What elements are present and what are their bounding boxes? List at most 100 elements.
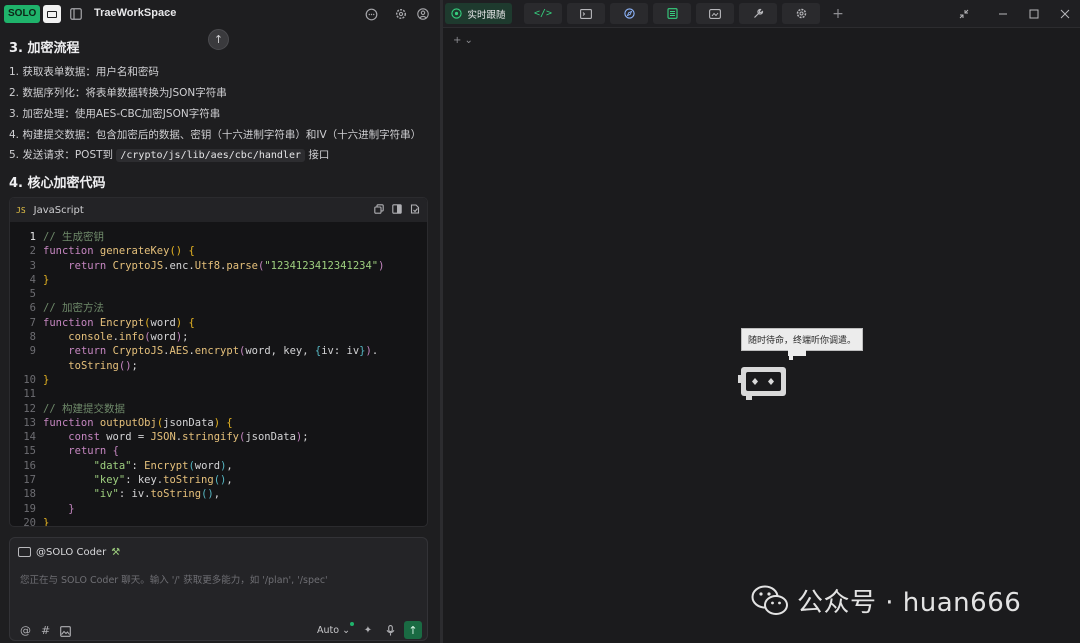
chevron-down-icon[interactable]: ⌄ [162, 6, 170, 17]
code-line: 15 return { [10, 444, 427, 458]
agent-mention-tag[interactable]: @SOLO Coder ⚒ [18, 544, 120, 560]
code-block: JS JavaScript 1// 生成密钥 2 function generat… [9, 197, 428, 527]
line-number: 19 [23, 502, 36, 515]
new-terminal-button[interactable]: + ⌄ [453, 35, 473, 46]
terminal-icon [580, 8, 592, 19]
line-number: 2 [29, 245, 36, 258]
insert-to-terminal-icon[interactable] [391, 203, 403, 215]
copy-icon[interactable] [373, 203, 385, 215]
wechat-icon [751, 585, 788, 615]
send-button[interactable]: ↑ [404, 621, 422, 639]
solo-logo[interactable]: SOLO [4, 4, 62, 24]
code-lines: 1// 生成密钥 2 function generateKey() { 3 ret… [10, 230, 427, 527]
code-line: 12// 构建提交数据 [10, 402, 427, 416]
model-select[interactable]: Auto ⌄ [317, 625, 350, 636]
code-line: 17 "key": key.toString(), [10, 473, 427, 487]
tab-tools[interactable] [739, 3, 777, 24]
code-line: 13 function outputObj(jsonData) { [10, 416, 427, 430]
code-line: 10} [10, 373, 427, 387]
line-number: 20 [23, 516, 36, 527]
model-select-value: Auto [317, 625, 340, 636]
left-topbar: SOLO TraeWorkSpace ⌄ [0, 0, 440, 28]
tab-preview[interactable] [696, 3, 734, 24]
tab-browser[interactable] [610, 3, 648, 24]
microphone-icon[interactable] [382, 622, 398, 638]
tab-live-follow-label: 实时跟随 [467, 9, 506, 21]
account-icon[interactable] [415, 6, 431, 22]
line-number: 16 [23, 459, 36, 472]
line-number: 17 [23, 474, 36, 487]
docs-icon [666, 8, 678, 19]
arrow-up-icon: ↑ [408, 623, 418, 637]
settings-icon [796, 8, 806, 19]
image-upload-icon[interactable] [60, 624, 72, 640]
step-3: 3. 加密处理：使用AES-CBC加密JSON字符串 [9, 108, 221, 120]
apply-code-icon[interactable] [409, 203, 421, 215]
step-5-prefix: 5. 发送请求：POST到 [9, 149, 114, 161]
step-5: 5. 发送请求：POST到 /crypto/js/lib/aes/cbc/han… [9, 147, 329, 162]
code-line: 2 function generateKey() { [10, 244, 427, 258]
code-line: 18 "iv": iv.toString(), [10, 487, 427, 501]
tab-terminal[interactable] [567, 3, 605, 24]
workspace-pane: 实时跟随 </> + + ⌄ 随时待命，终端听你调遣。 公众号 · huan66… [443, 0, 1080, 643]
chat-history-icon[interactable] [363, 6, 379, 22]
close-window-icon[interactable] [1057, 6, 1073, 22]
agent-icon [18, 547, 31, 557]
live-follow-icon [451, 8, 463, 19]
code-line: 5 [10, 287, 427, 301]
scroll-to-top-button[interactable]: ↑ [208, 29, 229, 50]
agent-mention: @SOLO Coder [36, 546, 107, 558]
add-tab-button[interactable]: + [830, 4, 846, 24]
assistant-speech-bubble: 随时待命，终端听你调遣。 [741, 328, 864, 351]
solo-badge-text: SOLO [4, 5, 41, 23]
tools-icon [753, 8, 763, 18]
chat-input-box[interactable]: @SOLO Coder ⚒ 您正在与 SOLO Coder 聊天。输入 '/' … [9, 537, 428, 641]
settings-gear-icon[interactable] [393, 6, 409, 22]
chat-pane: SOLO TraeWorkSpace ⌄ ↑ 3. 加密流程 1. 获取表单数据… [0, 0, 440, 643]
code-line: 6// 加密方法 [10, 301, 427, 315]
code-line: 16 "data": Encrypt(word), [10, 459, 427, 473]
code-line: 1// 生成密钥 [10, 230, 427, 244]
tab-live-follow[interactable]: 实时跟随 [445, 3, 512, 24]
watermark-text: 公众号 · huan666 [797, 588, 1022, 618]
section-3-heading: 3. 加密流程 [9, 41, 80, 56]
solo-mode-icon [43, 5, 62, 23]
line-number: 18 [23, 488, 36, 501]
tab-settings[interactable] [782, 3, 820, 24]
line-number: 7 [29, 316, 36, 329]
line-number: 12 [23, 402, 36, 415]
line-number: 1 [29, 231, 36, 243]
code-line: 9 return CryptoJS.AES.encrypt(word, key,… [10, 344, 427, 358]
hash-context-icon[interactable]: # [41, 624, 50, 640]
inline-code-endpoint: /crypto/js/lib/aes/cbc/handler [116, 149, 305, 162]
tab-code-editor[interactable]: </> [524, 3, 562, 24]
agent-tools-icon: ⚒ [111, 546, 121, 558]
section-4-heading: 4. 核心加密代码 [9, 176, 106, 191]
minimize-window-icon[interactable] [995, 6, 1011, 22]
wechat-watermark: 公众号 · huan666 [751, 582, 1021, 619]
mention-at-icon[interactable]: @ [20, 624, 31, 640]
model-status-dot [350, 622, 354, 626]
line-number: 9 [29, 345, 36, 358]
line-number: 3 [29, 259, 36, 272]
speech-bubble-tail-dot [789, 356, 793, 360]
tab-docs[interactable] [653, 3, 691, 24]
code-line: 3 return CryptoJS.enc.Utf8.parse("123412… [10, 259, 427, 273]
maximize-window-icon[interactable] [1026, 6, 1042, 22]
preview-icon [709, 8, 721, 19]
chat-input-placeholder[interactable]: 您正在与 SOLO Coder 聊天。输入 '/' 获取更多能力，如 '/pla… [20, 572, 328, 586]
terminal-robot-icon [738, 367, 786, 400]
code-language: JavaScript [33, 204, 84, 216]
code-line: 8 console.info(word); [10, 330, 427, 344]
line-number: 6 [29, 302, 36, 315]
sparkle-enhance-icon[interactable]: ✦ [360, 622, 376, 638]
sidebar-toggle-icon[interactable] [68, 6, 84, 22]
code-line: 20} [10, 516, 427, 527]
collapse-panel-icon[interactable] [956, 6, 972, 22]
step-2: 2. 数据序列化：将表单数据转换为JSON字符串 [9, 87, 227, 99]
line-number: 13 [23, 416, 36, 429]
code-line: 4} [10, 273, 427, 287]
browser-icon [623, 8, 635, 19]
code-icon: </> [533, 8, 553, 19]
code-line: 11 [10, 387, 427, 401]
